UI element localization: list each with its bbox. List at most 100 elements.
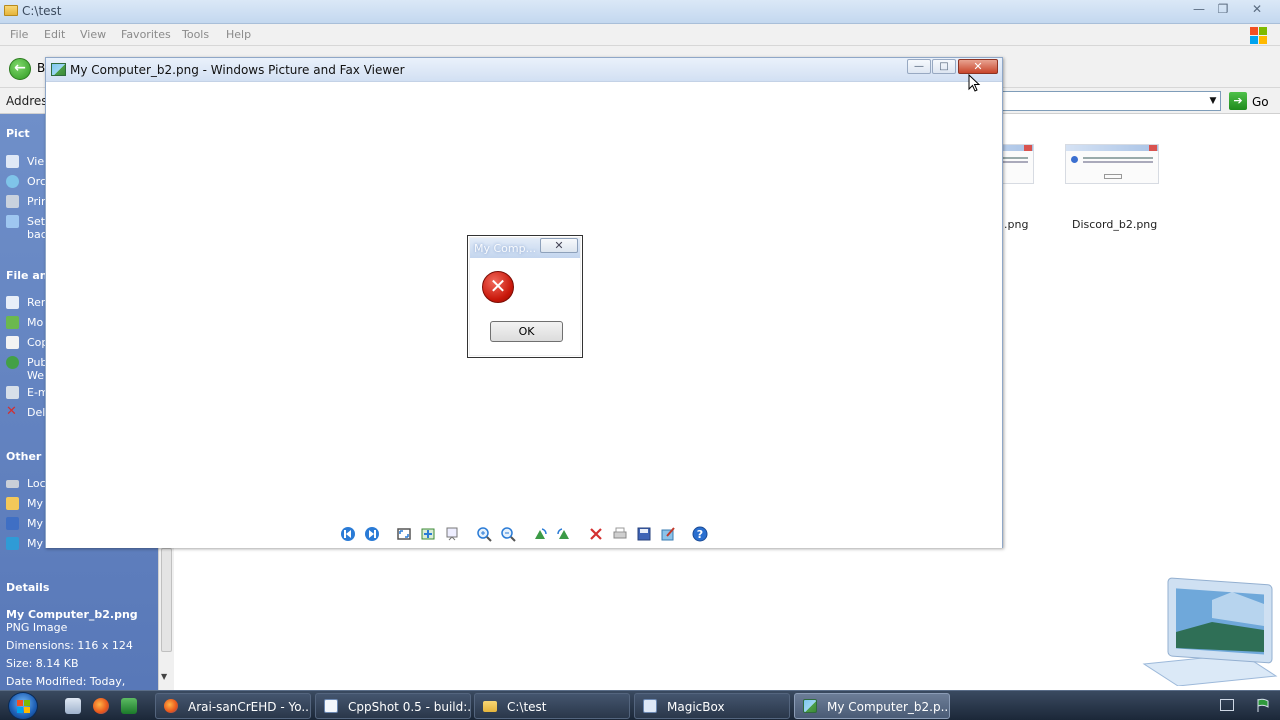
dialog-titlebar[interactable]: My Comp... ✕ (470, 238, 580, 258)
explorer-titlebar: C:\test — ❐ ✕ (0, 0, 1280, 24)
taskbar: Arai-sanCrEHD - Yo... CppShot 0.5 - buil… (0, 690, 1280, 720)
viewer-close-button[interactable]: ✕ (958, 59, 998, 74)
menu-file[interactable]: File (10, 28, 28, 41)
taskbar-button-active[interactable]: My Computer_b2.p... (794, 693, 950, 719)
zoom-in-icon[interactable] (476, 526, 492, 542)
delete-icon: ✕ (6, 404, 17, 419)
folder-icon (483, 701, 497, 712)
previous-image-icon[interactable] (340, 526, 356, 542)
taskbar-button[interactable]: MagicBox (634, 693, 790, 719)
show-desktop-icon[interactable] (65, 698, 81, 714)
task-publish-web[interactable]: Pub We (27, 356, 47, 382)
address-dropdown-icon[interactable]: ▼ (1206, 92, 1220, 110)
file-label[interactable]: .png (1004, 218, 1028, 231)
menu-tools[interactable]: Tools (182, 28, 209, 41)
viewer-toolbar: ? (46, 522, 1002, 548)
start-button[interactable] (8, 692, 38, 720)
svg-text:?: ? (697, 528, 703, 541)
move-icon (6, 316, 19, 329)
task-pane-scrollbar[interactable]: ▼ (158, 548, 174, 690)
rotate-clockwise-icon[interactable] (532, 526, 548, 542)
menu-view[interactable]: View (80, 28, 106, 41)
firefox-icon[interactable] (93, 698, 109, 714)
explorer-maximize-button[interactable]: ❐ (1210, 0, 1236, 18)
place-local-disk[interactable]: Loc (27, 477, 46, 490)
print-icon[interactable] (612, 526, 628, 542)
copy-icon (6, 336, 19, 349)
dialog-close-button[interactable]: ✕ (540, 238, 578, 253)
go-button[interactable]: Go (1252, 95, 1269, 109)
details-file-name: My Computer_b2.png (6, 608, 138, 621)
task-delete[interactable]: Del (27, 406, 45, 419)
rotate-counterclockwise-icon[interactable] (556, 526, 572, 542)
thumbnail-image[interactable] (1065, 144, 1159, 184)
folder-icon (4, 5, 18, 16)
explorer-minimize-button[interactable]: — (1186, 0, 1212, 18)
desktop-monitor-image (1142, 577, 1278, 686)
picture-tasks-heading[interactable]: Pict (6, 127, 30, 140)
scroll-down-arrow-icon[interactable]: ▼ (161, 672, 167, 681)
task-rename[interactable]: Rer (27, 296, 45, 309)
viewer-minimize-button[interactable]: — (907, 59, 931, 74)
taskbar-button[interactable]: CppShot 0.5 - build:... (315, 693, 471, 719)
best-fit-icon[interactable] (396, 526, 412, 542)
next-image-icon[interactable] (364, 526, 380, 542)
taskbar-button-label: C:\test (507, 700, 547, 714)
place-my-computer[interactable]: My (27, 517, 43, 530)
my-network-icon (6, 537, 19, 550)
place-my-network[interactable]: My (27, 537, 43, 550)
explorer-title: C:\test (22, 4, 62, 18)
menu-edit[interactable]: Edit (44, 28, 65, 41)
viewer-maximize-button[interactable]: □ (932, 59, 956, 74)
menu-help[interactable]: Help (226, 28, 251, 41)
local-disk-icon (6, 480, 19, 488)
open-for-editing-icon[interactable] (660, 526, 676, 542)
task-print[interactable]: Prir (27, 195, 46, 208)
task-view-slideshow[interactable]: Vie (27, 155, 44, 168)
error-icon: ✕ (482, 271, 514, 303)
explorer-menubar: File Edit View Favorites Tools Help (0, 24, 1280, 46)
details-heading[interactable]: Details (6, 581, 49, 594)
email-icon (6, 386, 19, 399)
dialog-title: My Comp... (474, 242, 537, 255)
ok-button[interactable]: OK (490, 321, 563, 342)
quick-launch-app-icon[interactable] (121, 698, 137, 714)
tray-window-icon[interactable] (1220, 699, 1234, 711)
back-label[interactable]: B (37, 61, 45, 75)
zoom-out-icon[interactable] (500, 526, 516, 542)
save-icon[interactable] (636, 526, 652, 542)
firefox-icon (164, 699, 178, 713)
actual-size-icon[interactable] (420, 526, 436, 542)
menu-favorites[interactable]: Favorites (121, 28, 171, 41)
task-order-prints[interactable]: Orc (27, 175, 46, 188)
viewer-titlebar[interactable]: My Computer_b2.png - Windows Picture and… (46, 58, 1002, 82)
place-my-documents[interactable]: My (27, 497, 43, 510)
details-file-type: PNG Image (6, 621, 68, 634)
taskbar-button[interactable]: C:\test (474, 693, 630, 719)
mouse-cursor-icon (968, 74, 981, 92)
desktop-background-icon (6, 215, 19, 228)
file-label[interactable]: Discord_b2.png (1072, 218, 1157, 231)
window-icon (324, 699, 338, 713)
explorer-close-button[interactable]: ✕ (1244, 0, 1270, 18)
task-set-background[interactable]: Set bac (27, 215, 47, 241)
rename-icon (6, 296, 19, 309)
order-prints-icon (6, 175, 19, 188)
taskbar-button[interactable]: Arai-sanCrEHD - Yo... (155, 693, 311, 719)
help-icon[interactable]: ? (692, 526, 708, 542)
taskbar-button-label: MagicBox (667, 700, 725, 714)
delete-icon[interactable] (588, 526, 604, 542)
taskbar-button-label: CppShot 0.5 - build:... (348, 700, 471, 714)
address-input[interactable] (1003, 91, 1221, 111)
error-dialog: My Comp... ✕ ✕ OK (467, 235, 583, 358)
task-move[interactable]: Mo (27, 316, 43, 329)
go-arrow-icon[interactable]: ➔ (1229, 92, 1247, 110)
slideshow-icon[interactable] (444, 526, 460, 542)
magicbox-icon (643, 699, 657, 713)
scrollbar-thumb[interactable] (161, 548, 172, 652)
slideshow-icon (6, 155, 19, 168)
dialog-body: ✕ OK (470, 258, 580, 355)
tray-flag-icon[interactable] (1256, 697, 1270, 713)
viewer-title: My Computer_b2.png - Windows Picture and… (70, 63, 405, 77)
back-button[interactable]: ← (9, 58, 31, 80)
